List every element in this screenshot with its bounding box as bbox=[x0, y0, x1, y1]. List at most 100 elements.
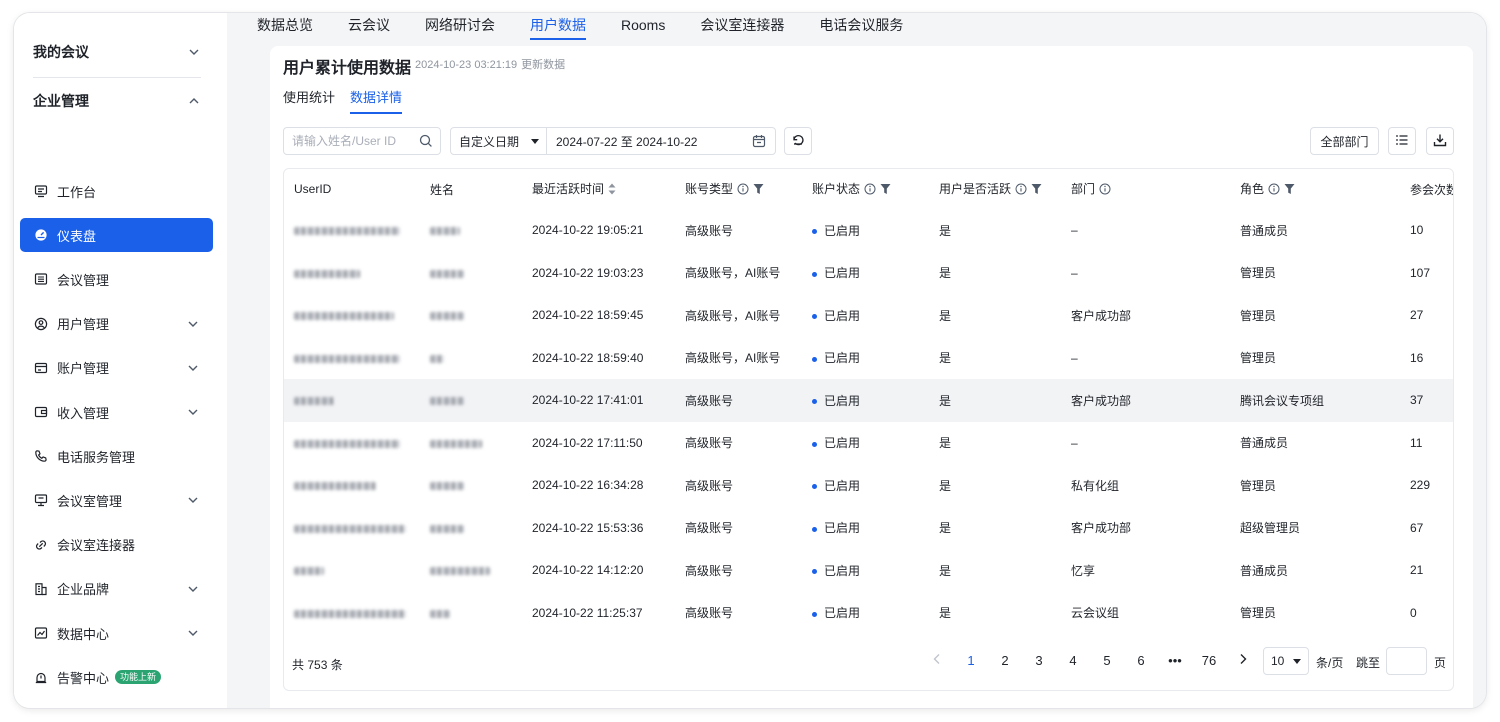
table-row[interactable]: 2024-10-22 17:41:01 高级账号 已启用 是客户成功部 腾讯会议专项组 3… bbox=[284, 379, 1453, 422]
table-row[interactable]: 2024-10-22 18:59:45 高级账号，AI账号 已启用 是 客户成功部 管理员… bbox=[284, 294, 1453, 337]
cell-userid bbox=[284, 337, 420, 380]
cell-account-type: 高级账号 bbox=[685, 521, 734, 536]
sidebar-item-3[interactable]: 用户管理 bbox=[20, 307, 213, 341]
top-tab-4[interactable]: Rooms bbox=[621, 13, 665, 39]
table-row[interactable]: 2024-10-22 19:03:23 高级账号，AI账号 已启用 是 – 管理员 107 bbox=[284, 252, 1453, 295]
sidebar-item-6[interactable]: 电话服务管理 bbox=[20, 439, 213, 473]
cell-status: 已启用 bbox=[802, 549, 929, 592]
sidebar-item-12[interactable]: 消息中心 bbox=[20, 704, 213, 708]
top-tab-1[interactable]: 云会议 bbox=[348, 13, 390, 39]
sidebar-item-label: 电话服务管理 bbox=[57, 449, 136, 465]
info-icon[interactable] bbox=[1015, 183, 1027, 198]
column-header-4[interactable]: 账户状态 bbox=[802, 169, 929, 209]
cell-name bbox=[420, 422, 522, 465]
page-3[interactable]: 3 bbox=[1022, 653, 1056, 668]
info-icon[interactable] bbox=[1268, 183, 1280, 198]
next-page-icon[interactable] bbox=[1226, 653, 1260, 668]
calendar-icon[interactable] bbox=[752, 134, 766, 151]
column-header-1[interactable]: 姓名 bbox=[420, 169, 522, 209]
sidebar-item-4[interactable]: 账户管理 bbox=[20, 351, 213, 385]
top-tab-0[interactable]: 数据总览 bbox=[257, 13, 313, 39]
chevron-down-icon bbox=[187, 45, 201, 59]
cell-name bbox=[420, 592, 522, 635]
status-badge: 已启用 bbox=[812, 479, 860, 493]
table-row[interactable]: 2024-10-22 15:53:36 高级账号 已启用 是 客户成功部 超级管理员 67 bbox=[284, 507, 1453, 550]
search-input[interactable] bbox=[292, 134, 416, 148]
filter-icon[interactable] bbox=[1284, 183, 1295, 198]
sidebar-item-11[interactable]: 告警中心 功能上新 bbox=[20, 660, 213, 694]
top-tab-2[interactable]: 网络研讨会 bbox=[425, 13, 495, 39]
page-size-value: 10 bbox=[1271, 654, 1285, 668]
filter-icon[interactable] bbox=[753, 183, 764, 198]
jump-page-input[interactable] bbox=[1386, 647, 1427, 675]
column-settings-button[interactable] bbox=[1388, 127, 1416, 155]
section-enterprise[interactable]: 企业管理 bbox=[33, 89, 201, 113]
sidebar-item-2[interactable]: 会议管理 bbox=[20, 262, 213, 296]
table-row[interactable]: 2024-10-22 14:12:20 高级账号 已启用 是 忆享 普通成员 21 bbox=[284, 549, 1453, 592]
list-icon bbox=[1395, 133, 1409, 150]
cell-status: 已启用 bbox=[802, 422, 929, 465]
info-icon[interactable] bbox=[737, 183, 749, 198]
column-header-7[interactable]: 角色 bbox=[1230, 169, 1400, 209]
column-header-8[interactable]: 参会次数 bbox=[1400, 169, 1453, 209]
date-range-picker[interactable]: 2024-07-22 至 2024-10-22 bbox=[546, 127, 776, 155]
reset-button[interactable] bbox=[784, 127, 812, 155]
top-tab-3[interactable]: 用户数据 bbox=[530, 13, 586, 40]
page-1[interactable]: 1 bbox=[954, 653, 988, 668]
column-header-6[interactable]: 部门 bbox=[1061, 169, 1230, 209]
cell-account-type: 高级账号，AI账号 bbox=[685, 266, 781, 281]
page-size-select[interactable]: 10 bbox=[1263, 647, 1309, 675]
page-76[interactable]: 76 bbox=[1192, 653, 1226, 668]
department-filter-button[interactable]: 全部部门 bbox=[1310, 127, 1379, 155]
sidebar-item-7[interactable]: 会议室管理 bbox=[20, 483, 213, 517]
page-5[interactable]: 5 bbox=[1090, 653, 1124, 668]
table-row[interactable]: 2024-10-22 17:11:50 高级账号 已启用 是 – 普通成员 11 bbox=[284, 422, 1453, 465]
update-info: 2024-10-23 03:21:19 更新数据 bbox=[415, 56, 565, 72]
page-4[interactable]: 4 bbox=[1056, 653, 1090, 668]
sort-icon[interactable] bbox=[608, 183, 616, 198]
top-tab-6[interactable]: 电话会议服务 bbox=[819, 13, 903, 39]
section-my-meetings[interactable]: 我的会议 bbox=[33, 40, 201, 64]
info-icon[interactable] bbox=[864, 183, 876, 198]
cell-department: 客户成功部 bbox=[1071, 521, 1132, 536]
sub-tab-1[interactable]: 数据详情 bbox=[350, 87, 403, 114]
content-card: 用户累计使用数据 2024-10-23 03:21:19 更新数据 使用统计 数据详… bbox=[270, 46, 1473, 708]
column-header-2[interactable]: 最近活跃时间 bbox=[522, 169, 675, 209]
page-2[interactable]: 2 bbox=[988, 653, 1022, 668]
prev-page-icon[interactable] bbox=[920, 653, 954, 668]
table-row[interactable]: 2024-10-22 18:59:40 高级账号，AI账号 已启用 是 – 管理员 16 bbox=[284, 337, 1453, 380]
search-box[interactable] bbox=[283, 127, 441, 155]
sidebar-item-8[interactable]: 会议室连接器 bbox=[20, 528, 213, 562]
redacted-name bbox=[430, 227, 460, 236]
page-ellipsis[interactable]: ••• bbox=[1158, 653, 1192, 668]
sidebar-item-label: 工作台 bbox=[57, 184, 97, 200]
info-icon[interactable] bbox=[1099, 183, 1111, 198]
status-text: 已启用 bbox=[824, 521, 861, 536]
table-row[interactable]: 2024-10-22 11:25:37 高级账号 已启用 是 云会议组 管理员 0 bbox=[284, 592, 1453, 635]
divider bbox=[33, 77, 201, 78]
page-6[interactable]: 6 bbox=[1124, 653, 1158, 668]
table-row[interactable]: 2024-10-22 16:34:28 高级账号 已启用 是 私有化组 管理员 229 bbox=[284, 464, 1453, 507]
sub-tab-0[interactable]: 使用统计 bbox=[283, 87, 335, 112]
column-header-3[interactable]: 账号类型 bbox=[675, 169, 802, 209]
table-row[interactable]: 2024-10-22 19:05:21 高级账号 已启用 是 – 普通成员 10 bbox=[284, 209, 1453, 252]
status-dot-icon bbox=[812, 611, 817, 617]
export-button[interactable] bbox=[1426, 127, 1454, 155]
filter-icon[interactable] bbox=[1031, 183, 1042, 198]
sidebar-item-1[interactable]: 仪表盘 bbox=[20, 218, 213, 253]
cell-is-active: 是 bbox=[939, 563, 952, 578]
sidebar-item-9[interactable]: 企业品牌 bbox=[20, 572, 213, 606]
top-tab-5[interactable]: 会议室连接器 bbox=[700, 13, 784, 39]
column-header-0[interactable]: UserID bbox=[284, 169, 420, 209]
date-type-select[interactable]: 自定义日期 bbox=[450, 127, 547, 155]
sidebar-item-10[interactable]: 数据中心 bbox=[20, 616, 213, 650]
search-icon[interactable] bbox=[419, 134, 433, 151]
sidebar-item-5[interactable]: 收入管理 bbox=[20, 395, 213, 429]
column-header-5[interactable]: 用户是否活跃 bbox=[929, 169, 1061, 209]
sidebar-item-0[interactable]: 工作台 bbox=[20, 174, 213, 208]
update-label: 更新数据 bbox=[521, 59, 566, 71]
cell-name bbox=[420, 252, 522, 295]
filter-icon[interactable] bbox=[880, 183, 891, 198]
column-header-label: 角色 bbox=[1240, 182, 1265, 197]
status-badge: 已启用 bbox=[812, 351, 860, 365]
